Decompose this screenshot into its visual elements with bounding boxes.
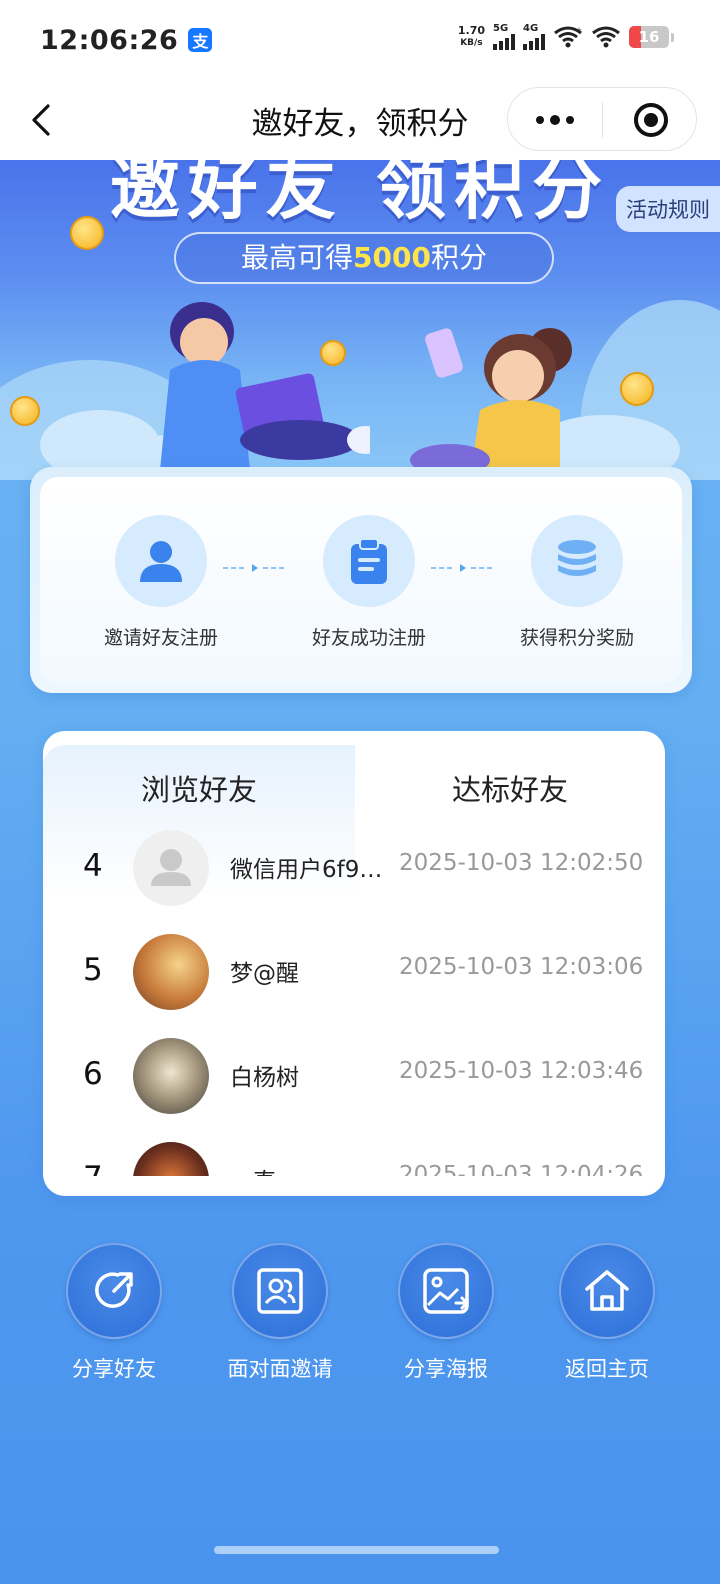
face-to-face-icon [257, 1268, 303, 1314]
clipboard-icon [351, 538, 387, 584]
more-icon[interactable] [536, 115, 574, 125]
steps-card: 邀请好友注册 好友成功注册 获得积分奖励 [30, 467, 692, 693]
poster-icon [423, 1268, 470, 1314]
steps-inner: 邀请好友注册 好友成功注册 获得积分奖励 [40, 477, 682, 683]
list-item[interactable]: 7 一直 2025-10-03 12:04:26 [43, 1128, 665, 1176]
banner-subtitle: 最高可得5000积分 [174, 232, 554, 284]
status-time: 12:06:26 [40, 24, 179, 56]
signal-5g-label: 5G [493, 23, 509, 34]
capsule-divider [602, 102, 603, 138]
join-time: 2025-10-03 12:02:50 [399, 850, 644, 876]
list-item[interactable]: 6 白杨树 2025-10-03 12:03:46 [43, 1024, 665, 1128]
step-circle [323, 515, 415, 607]
battery-tip [671, 32, 674, 42]
battery-icon: 16 [629, 26, 669, 48]
step-label: 好友成功注册 [311, 627, 426, 649]
arrow-right-icon [431, 564, 495, 572]
action-bar: 分享好友 面对面邀请 分享海报 返回主页 [0, 1243, 720, 1383]
step-reward: 获得积分奖励 [487, 515, 667, 650]
step-label: 获得积分奖励 [519, 627, 634, 649]
battery-level: 16 [638, 28, 660, 46]
activity-rules-button[interactable]: 活动规则 [616, 186, 720, 232]
close-miniapp-icon[interactable] [634, 103, 668, 137]
step-invite: 邀请好友注册 [71, 515, 251, 650]
subtitle-suffix: 积分 [430, 241, 487, 274]
back-home-button[interactable]: 返回主页 [527, 1243, 687, 1383]
list-item[interactable]: 4 微信用户6f9… 2025-10-03 12:02:50 [43, 816, 665, 920]
share-poster-button[interactable]: 分享海报 [366, 1243, 526, 1383]
coin-decoration [620, 372, 654, 406]
avatar [133, 830, 209, 906]
nav-bar: 邀好友，领积分 [0, 80, 720, 160]
face-to-face-invite-button[interactable]: 面对面邀请 [200, 1243, 360, 1383]
step-circle [531, 515, 623, 607]
friend-name: 一直 [230, 1162, 392, 1176]
friend-name: 白杨树 [230, 1065, 299, 1091]
status-indicators: 1.70 KB/s 5G 4G + 16 [458, 24, 674, 50]
illustration-boy-with-laptop [160, 302, 370, 470]
status-bar: 12:06:26 支 1.70 KB/s 5G 4G + 16 [0, 0, 720, 80]
rank-number: 4 [83, 848, 103, 884]
svg-text:+: + [576, 26, 582, 34]
action-circle[interactable] [232, 1243, 328, 1339]
action-circle[interactable] [398, 1243, 494, 1339]
wifi-icon-secondary [592, 26, 620, 48]
signal-4g-label: 4G [523, 23, 539, 34]
friend-name: 梦@醒 [230, 961, 299, 987]
tab-qualified-friends[interactable]: 达标好友 [355, 767, 665, 809]
join-time: 2025-10-03 12:04:26 [399, 1162, 644, 1176]
friends-list: 4 微信用户6f9… 2025-10-03 12:02:50 5 梦@醒 202… [43, 816, 665, 1176]
share-friends-button[interactable]: 分享好友 [34, 1243, 194, 1383]
hero-banner: 邀好友 领积分 活动规则 最高可得5000积分 [0, 160, 720, 480]
friend-name: 微信用户6f9… [230, 857, 383, 883]
arrow-right-icon [223, 564, 287, 572]
action-label: 分享好友 [72, 1357, 156, 1381]
action-circle[interactable] [559, 1243, 655, 1339]
coin-stack-icon [558, 540, 596, 576]
network-speed: 1.70 KB/s [458, 25, 485, 49]
banner-headline: 邀好友 领积分 [109, 160, 611, 229]
signal-4g-icon: 4G [523, 24, 545, 50]
list-item[interactable]: 5 梦@醒 2025-10-03 12:03:06 [43, 920, 665, 1024]
step-label: 邀请好友注册 [103, 627, 218, 649]
rank-number: 5 [83, 952, 103, 988]
subtitle-points: 5000 [353, 241, 431, 274]
subtitle-prefix: 最高可得 [241, 241, 354, 274]
action-label: 面对面邀请 [227, 1357, 333, 1381]
illustration-girl-with-phone [410, 328, 572, 480]
default-avatar-icon [151, 849, 191, 886]
avatar [133, 1142, 209, 1176]
action-circle[interactable] [66, 1243, 162, 1339]
action-label: 返回主页 [565, 1357, 649, 1381]
signal-5g-icon: 5G [493, 24, 515, 50]
avatar [133, 934, 209, 1010]
friends-list-card: 浏览好友 达标好友 4 微信用户6f9… 2025-10-03 12:02:50… [43, 731, 665, 1196]
home-indicator[interactable] [214, 1546, 499, 1554]
coin-decoration [70, 216, 104, 250]
home-icon [585, 1270, 629, 1311]
action-label: 分享海报 [404, 1357, 488, 1381]
rank-number: 6 [83, 1056, 103, 1092]
step-register: 好友成功注册 [279, 515, 459, 650]
avatar [133, 1038, 209, 1114]
alipay-icon: 支 [188, 28, 213, 52]
share-icon [95, 1272, 133, 1308]
step-circle [115, 515, 207, 607]
network-speed-value: 1.70 [457, 24, 485, 37]
miniapp-capsule [507, 87, 697, 151]
rank-number: 7 [83, 1160, 103, 1176]
join-time: 2025-10-03 12:03:06 [399, 954, 644, 980]
wifi-icon: + [554, 26, 582, 48]
network-speed-unit: KB/s [460, 38, 483, 48]
join-time: 2025-10-03 12:03:46 [399, 1058, 644, 1084]
user-icon [140, 541, 182, 582]
tab-browse-friends[interactable]: 浏览好友 [43, 767, 355, 809]
coin-decoration [10, 396, 40, 426]
